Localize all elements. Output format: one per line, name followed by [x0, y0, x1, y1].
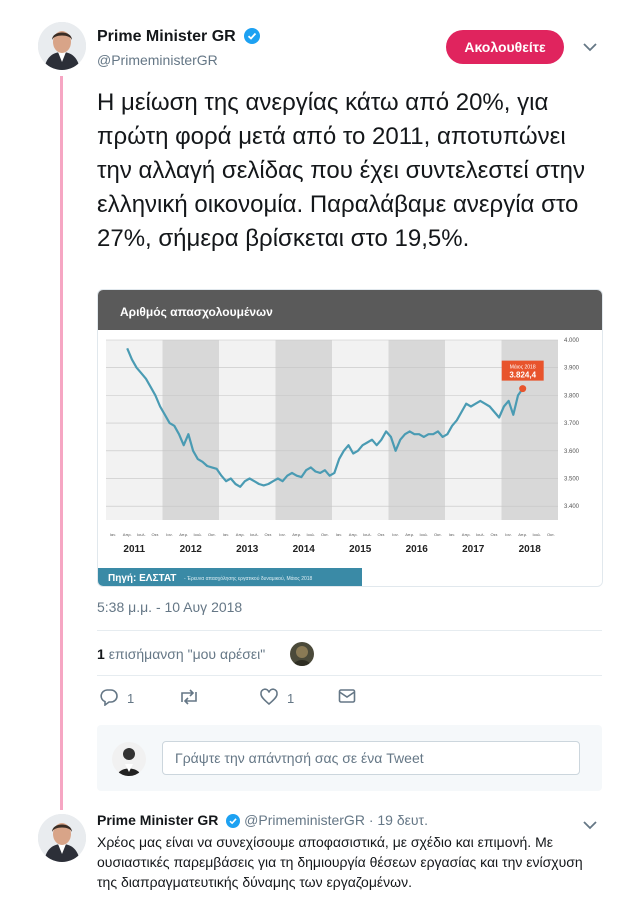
x-month-label: Οκτ. [491, 532, 499, 537]
year-band [275, 340, 332, 520]
y-tick-label: 3.400 [564, 504, 580, 510]
following-button[interactable]: Ακολουθείτε [446, 30, 564, 64]
x-year-label: 2012 [180, 544, 203, 555]
x-year-label: 2011 [123, 544, 145, 555]
x-month-label: Ιαν. [336, 532, 343, 537]
chart-image[interactable]: Αριθμός απασχολουμένων 4.000 3.900 3.800 3.… [97, 289, 603, 587]
y-tick-label: 3.700 [564, 421, 580, 427]
tweet-time[interactable]: · 19 δευτ. [369, 812, 428, 828]
like-count: 1 [287, 691, 295, 706]
divider [97, 675, 602, 676]
x-month-label: Απρ. [123, 532, 132, 537]
x-year-label: 2015 [349, 544, 372, 555]
author-handle[interactable]: @PrimeministerGR [244, 812, 365, 828]
x-month-label: Οκτ. [321, 532, 329, 537]
x-month-label: Απρ. [405, 532, 414, 537]
x-month-label: Απρ. [518, 532, 527, 537]
x-month-label: Οκτ. [208, 532, 216, 537]
divider [97, 630, 602, 631]
x-month-label: Απρ. [292, 532, 301, 537]
verified-badge-icon [226, 814, 241, 831]
retweet-icon [178, 688, 200, 709]
x-month-label: Οκτ. [378, 532, 386, 537]
x-year-label: 2016 [406, 544, 429, 555]
x-year-label: 2018 [519, 544, 542, 555]
reply-input[interactable]: Γράψτε την απάντησή σας σε ένα Tweet [162, 741, 580, 775]
tweet-text: Η μείωση της ανεργίας κάτω από 20%, για … [97, 89, 586, 252]
verified-badge-icon [244, 28, 261, 49]
author-name[interactable]: Prime Minister GR [97, 812, 218, 828]
second-tweet-header: Prime Minister GR @PrimeministerGR · 19 … [97, 812, 428, 831]
source-detail: - Έρευνα απασχόλησης εργατικού δυναμικού… [184, 575, 313, 582]
year-band [162, 340, 219, 520]
x-year-label: 2014 [293, 544, 316, 555]
x-month-label: Ιουλ. [137, 532, 146, 537]
x-year-label: 2017 [462, 544, 485, 555]
x-month-label: Ιαν. [449, 532, 456, 537]
x-month-label: Ιουλ. [193, 532, 202, 537]
year-band [388, 340, 445, 520]
x-month-label: Ιαν. [392, 532, 399, 537]
x-month-label: Οκτ. [265, 532, 273, 537]
y-tick-label: 3.500 [564, 476, 580, 482]
source-label: Πηγή: ΕΛΣΤΑΤ [108, 573, 176, 584]
y-tick-label: 4.000 [564, 338, 580, 344]
x-year-label: 2013 [236, 544, 259, 555]
callout-value: 3.824,4 [509, 371, 536, 380]
dm-action[interactable] [338, 688, 356, 707]
employment-chart: Αριθμός απασχολουμένων 4.000 3.900 3.800 3.… [98, 290, 602, 586]
x-month-label: Ιαν. [110, 532, 117, 537]
likes-summary[interactable]: 1 επισήμανση "μου αρέσει" [97, 646, 265, 662]
x-month-label: Ιουλ. [363, 532, 372, 537]
x-month-label: Ιουλ. [250, 532, 259, 537]
x-month-label: Οκτ. [434, 532, 442, 537]
x-month-label: Απρ. [462, 532, 471, 537]
x-month-label: Απρ. [349, 532, 358, 537]
chart-title: Αριθμός απασχολουμένων [120, 305, 273, 319]
data-point-marker [519, 385, 527, 393]
x-month-label: Οκτ. [547, 532, 555, 537]
y-tick-label: 3.600 [564, 449, 580, 455]
tweet-timestamp[interactable]: 5:38 μ.μ. - 10 Αυγ 2018 [97, 599, 242, 615]
x-month-label: Ιαν. [505, 532, 512, 537]
liker-avatar[interactable] [290, 642, 314, 666]
author-name[interactable]: Prime Minister GR [97, 28, 236, 45]
envelope-icon [338, 688, 356, 707]
reply-action[interactable]: 1 [99, 688, 134, 709]
heart-icon [259, 688, 279, 709]
x-month-label: Ιουλ. [306, 532, 315, 537]
x-month-label: Ιαν. [223, 532, 230, 537]
x-month-label: Ιουλ. [476, 532, 485, 537]
callout-month: Μάιος 2018 [510, 364, 536, 371]
likes-label: επισήμανση "μου αρέσει" [108, 646, 266, 662]
second-tweet-text: Χρέος μας είναι να συνεχίσουμε αποφασιστ… [97, 834, 583, 890]
y-tick-label: 3.900 [564, 366, 580, 372]
reply-icon [99, 688, 119, 709]
author-avatar[interactable] [38, 22, 86, 70]
x-month-label: Απρ. [179, 532, 188, 537]
x-month-label: Ιαν. [279, 532, 286, 537]
author-handle[interactable]: @PrimeministerGR [97, 52, 218, 68]
x-month-label: Ιαν. [166, 532, 173, 537]
x-month-label: Ιουλ. [419, 532, 428, 537]
like-action[interactable]: 1 [259, 688, 294, 709]
reply-count: 1 [127, 691, 135, 706]
likes-count: 1 [97, 646, 105, 662]
author-avatar[interactable] [38, 814, 86, 862]
current-user-avatar [112, 742, 146, 776]
x-month-label: Οκτ. [152, 532, 160, 537]
x-month-label: Ιουλ. [532, 532, 541, 537]
chevron-down-icon[interactable] [582, 40, 598, 58]
retweet-action[interactable] [178, 688, 200, 709]
thread-line [60, 76, 63, 810]
x-month-label: Απρ. [236, 532, 245, 537]
y-tick-label: 3.800 [564, 393, 580, 399]
